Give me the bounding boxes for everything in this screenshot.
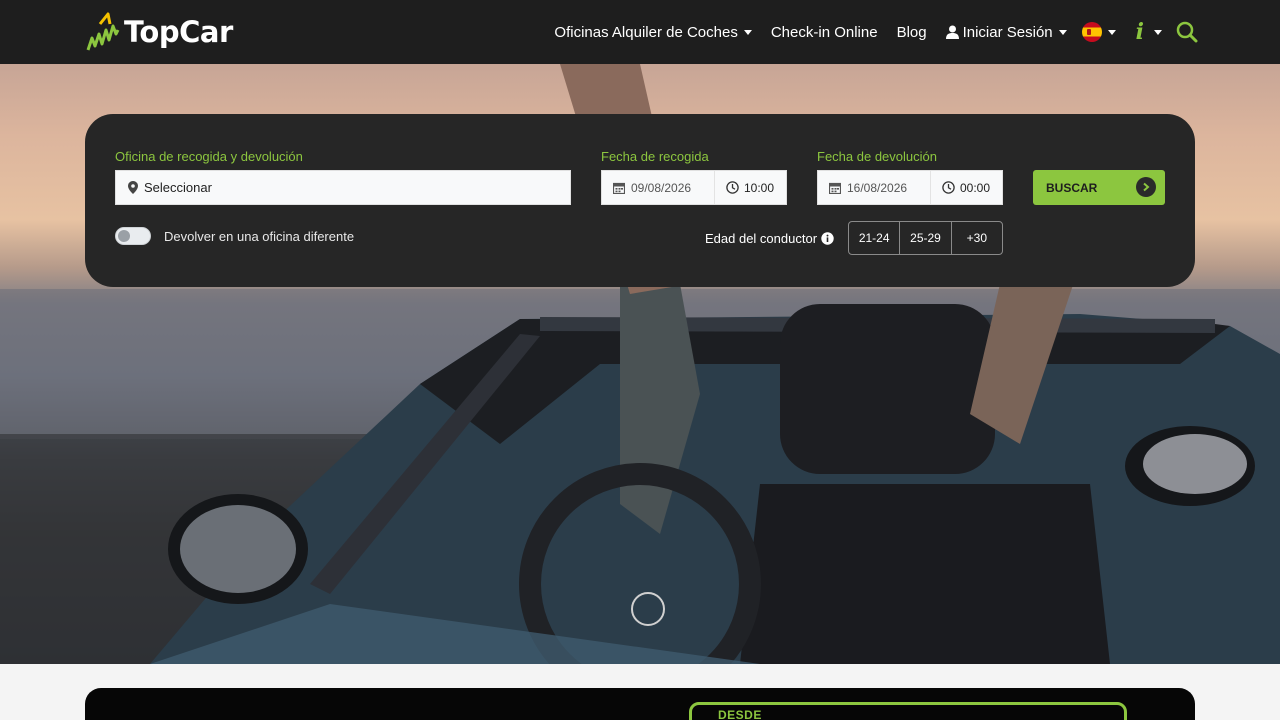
return-date-input[interactable]: 16/08/2026 [818,171,931,204]
search-button[interactable]: BUSCAR [1033,170,1165,205]
user-icon [945,25,959,39]
return-date-value: 16/08/2026 [847,180,908,195]
caret-down-icon [1107,29,1116,35]
nav-checkin-label: Check-in Online [770,23,878,41]
age-option-25-29[interactable]: 25-29 [900,222,952,254]
info-icon: i [1135,19,1144,45]
return-date-label: Fecha de devolución [817,149,937,164]
pickup-date-label: Fecha de recogida [601,149,709,164]
caret-down-icon [743,29,752,35]
info-dropdown[interactable]: i [1135,19,1162,45]
different-office-toggle[interactable] [115,227,151,245]
map-pin-icon [128,181,138,194]
calendar-icon [829,182,841,194]
clock-icon [726,181,739,194]
return-time-value: 00:00 [960,180,991,195]
chevron-right-icon [1136,177,1156,197]
return-datetime-field: 16/08/2026 00:00 [817,170,1003,205]
age-option-30-plus[interactable]: +30 [952,222,1002,254]
nav-blog-label: Blog [896,23,927,41]
pickup-time-value: 10:00 [744,180,775,195]
nav-login-label: Iniciar Sesión [962,23,1053,41]
return-time-input[interactable]: 00:00 [931,171,990,204]
info-circle-icon[interactable] [821,232,834,245]
caret-down-icon [1058,29,1067,35]
different-office-label: Devolver en una oficina diferente [164,229,355,244]
nav-offices-dropdown[interactable]: Oficinas Alquiler de Coches [554,23,752,41]
driver-age-label: Edad del conductor [705,231,834,246]
nav-login-dropdown[interactable]: Iniciar Sesión [945,23,1067,41]
clock-icon [942,181,955,194]
office-field-label: Oficina de recogida y devolución [115,149,303,164]
driver-age-label-text: Edad del conductor [705,231,818,246]
promo-from-label: DESDE [718,708,762,720]
promo-banner[interactable]: DESDE [85,688,1195,720]
office-select-value: Seleccionar [144,180,212,195]
logo-mark-icon [86,12,120,51]
language-dropdown[interactable] [1081,22,1116,42]
spain-flag-icon [1081,22,1102,42]
search-icon[interactable] [1176,21,1198,43]
nav-offices-label: Oficinas Alquiler de Coches [554,23,738,41]
search-button-label: BUSCAR [1046,180,1098,195]
pickup-date-value: 09/08/2026 [631,180,692,195]
pickup-datetime-field: 09/08/2026 10:00 [601,170,787,205]
office-select-input[interactable]: Seleccionar [115,170,571,205]
topcar-logo[interactable]: TopCar [86,12,233,52]
calendar-icon [613,182,625,194]
caret-down-icon [1154,29,1162,35]
nav-links: Oficinas Alquiler de Coches Check-in Onl… [554,0,1198,64]
search-form-panel: Oficina de recogida y devolución Selecci… [85,114,1195,287]
driver-age-selector: 21-24 25-29 +30 [848,221,1003,255]
top-navbar: TopCar Oficinas Alquiler de Coches Check… [0,0,1280,64]
age-option-21-24[interactable]: 21-24 [849,222,901,254]
nav-blog-link[interactable]: Blog [897,24,927,41]
logo-text: TopCar [124,15,233,49]
nav-checkin-link[interactable]: Check-in Online [771,24,878,41]
pickup-date-input[interactable]: 09/08/2026 [602,171,715,204]
toggle-knob [118,230,130,242]
pickup-time-input[interactable]: 10:00 [715,171,774,204]
